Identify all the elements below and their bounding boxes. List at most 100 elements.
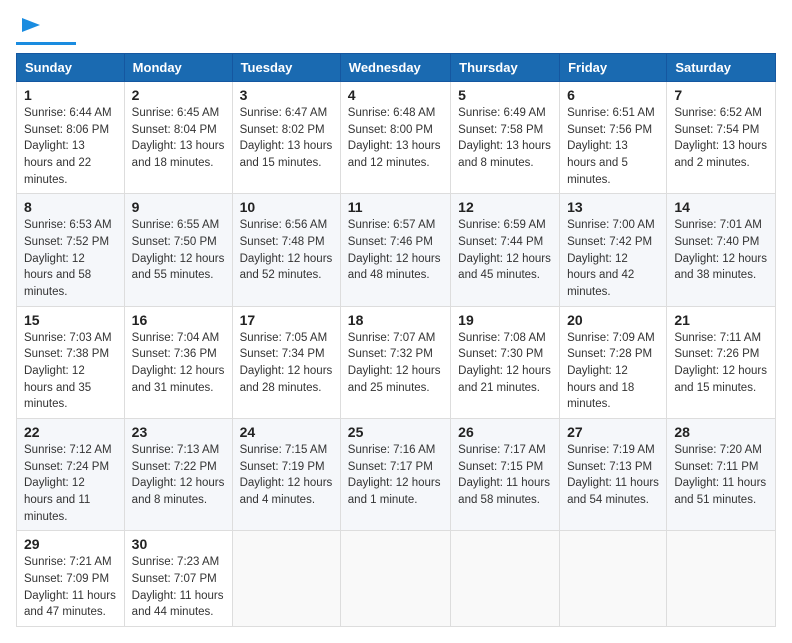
calendar-cell: 5 Sunrise: 6:49 AM Sunset: 7:58 PM Dayli…	[451, 82, 560, 194]
day-number: 18	[348, 312, 443, 328]
calendar-cell: 10 Sunrise: 6:56 AM Sunset: 7:48 PM Dayl…	[232, 194, 340, 306]
day-number: 13	[567, 199, 659, 215]
calendar-cell: 19 Sunrise: 7:08 AM Sunset: 7:30 PM Dayl…	[451, 306, 560, 418]
sunrise-text: Sunrise: 7:13 AM	[132, 444, 220, 456]
calendar-cell: 1 Sunrise: 6:44 AM Sunset: 8:06 PM Dayli…	[17, 82, 125, 194]
calendar-cell: 28 Sunrise: 7:20 AM Sunset: 7:11 PM Dayl…	[667, 419, 776, 531]
day-of-week-header: Monday	[124, 54, 232, 82]
sunset-text: Sunset: 7:15 PM	[458, 461, 543, 473]
day-info: Sunrise: 6:52 AM Sunset: 7:54 PM Dayligh…	[674, 105, 768, 172]
calendar-week-row: 22 Sunrise: 7:12 AM Sunset: 7:24 PM Dayl…	[17, 419, 776, 531]
calendar-cell: 15 Sunrise: 7:03 AM Sunset: 7:38 PM Dayl…	[17, 306, 125, 418]
day-number: 20	[567, 312, 659, 328]
day-number: 14	[674, 199, 768, 215]
calendar-cell: 22 Sunrise: 7:12 AM Sunset: 7:24 PM Dayl…	[17, 419, 125, 531]
sunrise-text: Sunrise: 7:04 AM	[132, 332, 220, 344]
daylight-text: Daylight: 13 hours and 22 minutes.	[24, 140, 91, 185]
sunset-text: Sunset: 7:11 PM	[674, 461, 758, 473]
day-info: Sunrise: 7:01 AM Sunset: 7:40 PM Dayligh…	[674, 217, 768, 284]
sunset-text: Sunset: 7:46 PM	[348, 236, 433, 248]
sunset-text: Sunset: 7:56 PM	[567, 124, 652, 136]
day-of-week-header: Saturday	[667, 54, 776, 82]
sunset-text: Sunset: 7:40 PM	[674, 236, 759, 248]
daylight-text: Daylight: 12 hours and 4 minutes.	[240, 477, 333, 506]
calendar-cell: 20 Sunrise: 7:09 AM Sunset: 7:28 PM Dayl…	[560, 306, 667, 418]
sunset-text: Sunset: 7:34 PM	[240, 348, 325, 360]
sunset-text: Sunset: 8:06 PM	[24, 124, 109, 136]
day-info: Sunrise: 7:23 AM Sunset: 7:07 PM Dayligh…	[132, 554, 225, 621]
day-number: 22	[24, 424, 117, 440]
sunset-text: Sunset: 7:38 PM	[24, 348, 109, 360]
day-info: Sunrise: 7:17 AM Sunset: 7:15 PM Dayligh…	[458, 442, 552, 509]
day-info: Sunrise: 6:49 AM Sunset: 7:58 PM Dayligh…	[458, 105, 552, 172]
day-of-week-header: Sunday	[17, 54, 125, 82]
day-of-week-header: Wednesday	[340, 54, 450, 82]
day-number: 12	[458, 199, 552, 215]
sunset-text: Sunset: 7:30 PM	[458, 348, 543, 360]
sunset-text: Sunset: 8:02 PM	[240, 124, 325, 136]
daylight-text: Daylight: 12 hours and 42 minutes.	[567, 253, 634, 298]
day-info: Sunrise: 6:55 AM Sunset: 7:50 PM Dayligh…	[132, 217, 225, 284]
day-info: Sunrise: 7:16 AM Sunset: 7:17 PM Dayligh…	[348, 442, 443, 509]
calendar-header-row: SundayMondayTuesdayWednesdayThursdayFrid…	[17, 54, 776, 82]
sunrise-text: Sunrise: 7:21 AM	[24, 556, 112, 568]
sunrise-text: Sunrise: 6:55 AM	[132, 219, 220, 231]
day-number: 7	[674, 87, 768, 103]
day-number: 23	[132, 424, 225, 440]
sunrise-text: Sunrise: 7:01 AM	[674, 219, 762, 231]
daylight-text: Daylight: 12 hours and 38 minutes.	[674, 253, 767, 282]
sunrise-text: Sunrise: 7:00 AM	[567, 219, 655, 231]
logo-arrow-icon	[20, 14, 42, 36]
day-number: 10	[240, 199, 333, 215]
calendar-week-row: 8 Sunrise: 6:53 AM Sunset: 7:52 PM Dayli…	[17, 194, 776, 306]
calendar-cell: 18 Sunrise: 7:07 AM Sunset: 7:32 PM Dayl…	[340, 306, 450, 418]
day-number: 24	[240, 424, 333, 440]
day-info: Sunrise: 7:13 AM Sunset: 7:22 PM Dayligh…	[132, 442, 225, 509]
calendar-cell: 23 Sunrise: 7:13 AM Sunset: 7:22 PM Dayl…	[124, 419, 232, 531]
sunrise-text: Sunrise: 6:52 AM	[674, 107, 762, 119]
daylight-text: Daylight: 12 hours and 18 minutes.	[567, 365, 634, 410]
daylight-text: Daylight: 12 hours and 31 minutes.	[132, 365, 225, 394]
calendar-cell: 12 Sunrise: 6:59 AM Sunset: 7:44 PM Dayl…	[451, 194, 560, 306]
daylight-text: Daylight: 12 hours and 28 minutes.	[240, 365, 333, 394]
day-info: Sunrise: 7:03 AM Sunset: 7:38 PM Dayligh…	[24, 330, 117, 413]
sunset-text: Sunset: 7:44 PM	[458, 236, 543, 248]
sunrise-text: Sunrise: 6:56 AM	[240, 219, 328, 231]
sunrise-text: Sunrise: 7:09 AM	[567, 332, 655, 344]
sunrise-text: Sunrise: 7:08 AM	[458, 332, 546, 344]
daylight-text: Daylight: 11 hours and 47 minutes.	[24, 590, 116, 619]
calendar-table: SundayMondayTuesdayWednesdayThursdayFrid…	[16, 53, 776, 627]
daylight-text: Daylight: 11 hours and 44 minutes.	[132, 590, 224, 619]
calendar-cell	[340, 531, 450, 627]
sunset-text: Sunset: 7:26 PM	[674, 348, 759, 360]
calendar-cell: 6 Sunrise: 6:51 AM Sunset: 7:56 PM Dayli…	[560, 82, 667, 194]
sunrise-text: Sunrise: 6:57 AM	[348, 219, 436, 231]
day-info: Sunrise: 6:59 AM Sunset: 7:44 PM Dayligh…	[458, 217, 552, 284]
day-number: 4	[348, 87, 443, 103]
sunset-text: Sunset: 7:09 PM	[24, 573, 109, 585]
day-of-week-header: Thursday	[451, 54, 560, 82]
sunrise-text: Sunrise: 7:17 AM	[458, 444, 546, 456]
sunrise-text: Sunrise: 7:03 AM	[24, 332, 112, 344]
calendar-cell: 30 Sunrise: 7:23 AM Sunset: 7:07 PM Dayl…	[124, 531, 232, 627]
day-info: Sunrise: 7:11 AM Sunset: 7:26 PM Dayligh…	[674, 330, 768, 397]
page-header	[16, 16, 776, 45]
sunrise-text: Sunrise: 6:59 AM	[458, 219, 546, 231]
daylight-text: Daylight: 11 hours and 58 minutes.	[458, 477, 550, 506]
sunrise-text: Sunrise: 6:53 AM	[24, 219, 112, 231]
daylight-text: Daylight: 12 hours and 8 minutes.	[132, 477, 225, 506]
day-info: Sunrise: 7:15 AM Sunset: 7:19 PM Dayligh…	[240, 442, 333, 509]
calendar-cell: 14 Sunrise: 7:01 AM Sunset: 7:40 PM Dayl…	[667, 194, 776, 306]
sunset-text: Sunset: 8:04 PM	[132, 124, 217, 136]
day-info: Sunrise: 6:53 AM Sunset: 7:52 PM Dayligh…	[24, 217, 117, 300]
sunset-text: Sunset: 7:19 PM	[240, 461, 325, 473]
day-number: 19	[458, 312, 552, 328]
daylight-text: Daylight: 13 hours and 15 minutes.	[240, 140, 333, 169]
day-number: 26	[458, 424, 552, 440]
daylight-text: Daylight: 13 hours and 12 minutes.	[348, 140, 441, 169]
calendar-cell: 25 Sunrise: 7:16 AM Sunset: 7:17 PM Dayl…	[340, 419, 450, 531]
day-number: 6	[567, 87, 659, 103]
sunset-text: Sunset: 7:42 PM	[567, 236, 652, 248]
sunset-text: Sunset: 7:48 PM	[240, 236, 325, 248]
calendar-cell: 17 Sunrise: 7:05 AM Sunset: 7:34 PM Dayl…	[232, 306, 340, 418]
